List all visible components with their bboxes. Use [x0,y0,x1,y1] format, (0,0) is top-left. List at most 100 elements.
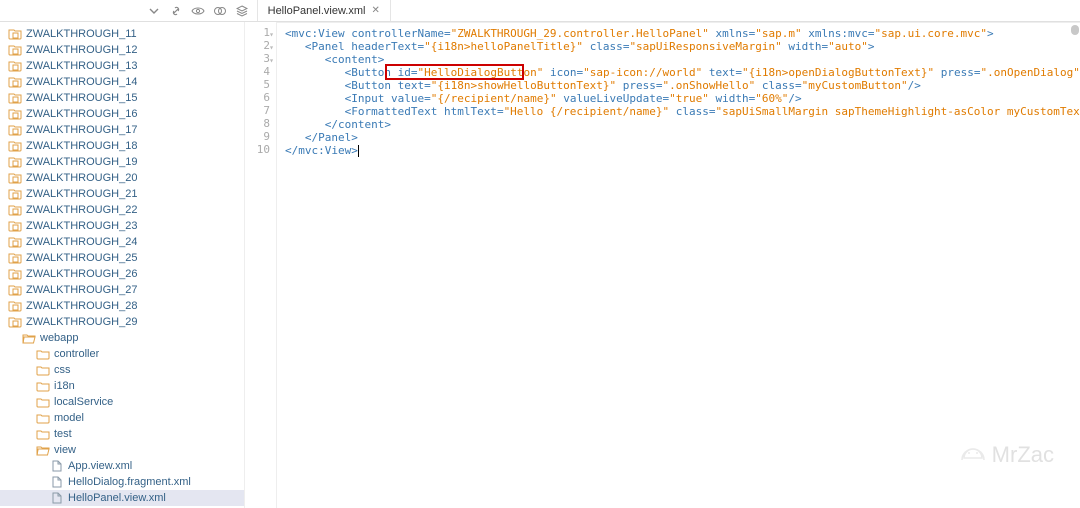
folder-icon [36,379,50,393]
code-line[interactable]: </mvc:View> [285,144,1080,157]
folder-open-icon [36,443,50,457]
tree-item[interactable]: ZWALKTHROUGH_28 [0,298,244,314]
tree-item[interactable]: ZWALKTHROUGH_24 [0,234,244,250]
editor-tabs: HelloPanel.view.xml ✕ [257,0,391,21]
tree-item[interactable]: ZWALKTHROUGH_26 [0,266,244,282]
pkg-open-icon [8,315,22,329]
pkg-icon [8,283,22,297]
line-gutter: 1▾2▾3▾45678910 [245,22,277,508]
tree-item[interactable]: ZWALKTHROUGH_16 [0,106,244,122]
tree-item[interactable]: ZWALKTHROUGH_14 [0,74,244,90]
code-editor[interactable]: 1▾2▾3▾45678910 <mvc:View controllerName=… [245,22,1080,508]
tree-item[interactable]: App.view.xml [0,458,244,474]
tree-item[interactable]: HelloDialog.fragment.xml [0,474,244,490]
scrollbar-thumb[interactable] [1071,25,1079,35]
pkg-icon [8,203,22,217]
tree-item[interactable]: view [0,442,244,458]
tree-item-label: ZWALKTHROUGH_22 [26,204,137,216]
tree-item-label: ZWALKTHROUGH_16 [26,108,137,120]
pkg-icon [8,171,22,185]
tree-item[interactable]: ZWALKTHROUGH_13 [0,58,244,74]
tree-item-label: ZWALKTHROUGH_26 [26,268,137,280]
tree-item-label: ZWALKTHROUGH_12 [26,44,137,56]
tree-item-label: ZWALKTHROUGH_11 [26,28,137,40]
project-tree[interactable]: ZWALKTHROUGH_11 ZWALKTHROUGH_12 ZWALKTHROU… [0,22,245,508]
tree-item[interactable]: ZWALKTHROUGH_27 [0,282,244,298]
tree-item-label: ZWALKTHROUGH_20 [26,172,137,184]
tree-item[interactable]: ZWALKTHROUGH_15 [0,90,244,106]
link-icon[interactable] [167,2,185,20]
pkg-icon [8,187,22,201]
pkg-icon [8,155,22,169]
tree-item[interactable]: ZWALKTHROUGH_20 [0,170,244,186]
pkg-icon [8,267,22,281]
code-line[interactable]: <Button text="{i18n>showHelloButtonText}… [285,79,1080,92]
code-line[interactable]: <mvc:View controllerName="ZWALKTHROUGH_2… [285,27,1080,40]
tree-item-label: ZWALKTHROUGH_18 [26,140,137,152]
tree-item[interactable]: HelloPanel.view.xml [0,490,244,506]
pkg-icon [8,299,22,313]
pkg-icon [8,75,22,89]
caret-down-icon[interactable] [145,2,163,20]
file-icon [50,459,64,473]
tree-item[interactable]: ZWALKTHROUGH_23 [0,218,244,234]
tree-item[interactable]: i18n [0,378,244,394]
tree-item-label: App.view.xml [68,460,132,472]
tree-item[interactable]: ZWALKTHROUGH_22 [0,202,244,218]
pkg-icon [8,27,22,41]
close-icon[interactable]: ✕ [371,5,379,16]
pkg-icon [8,91,22,105]
tree-item-label: ZWALKTHROUGH_17 [26,124,137,136]
pkg-icon [8,107,22,121]
code-line[interactable]: </content> [285,118,1080,131]
folder-open-icon [22,331,36,345]
tree-item-label: ZWALKTHROUGH_23 [26,220,137,232]
tree-item-label: ZWALKTHROUGH_24 [26,236,137,248]
tree-item-label: ZWALKTHROUGH_29 [26,316,137,328]
file-icon [50,475,64,489]
code-area[interactable]: <mvc:View controllerName="ZWALKTHROUGH_2… [277,22,1080,508]
text-cursor [358,145,359,157]
code-line[interactable]: <Button id="HelloDialogButton" icon="sap… [285,66,1080,79]
venn-icon[interactable] [211,2,229,20]
pkg-icon [8,235,22,249]
tree-item-label: HelloPanel.view.xml [68,492,166,504]
pkg-icon [8,139,22,153]
tree-item-label: ZWALKTHROUGH_28 [26,300,137,312]
editor-toolbar: HelloPanel.view.xml ✕ [0,0,1080,22]
tree-item[interactable]: webapp [0,330,244,346]
tree-item-label: ZWALKTHROUGH_19 [26,156,137,168]
tree-item[interactable]: ZWALKTHROUGH_25 [0,250,244,266]
code-line[interactable]: <content> [285,53,1080,66]
tree-item[interactable]: ZWALKTHROUGH_21 [0,186,244,202]
tree-item-label: ZWALKTHROUGH_14 [26,76,137,88]
tree-item[interactable]: ZWALKTHROUGH_29 [0,314,244,330]
tree-item[interactable]: ZWALKTHROUGH_19 [0,154,244,170]
pkg-icon [8,43,22,57]
folder-icon [36,395,50,409]
tree-item-label: css [54,364,71,376]
tree-item-label: ZWALKTHROUGH_25 [26,252,137,264]
eye-icon[interactable] [189,2,207,20]
code-line[interactable]: <Panel headerText="{i18n>helloPanelTitle… [285,40,1080,53]
tree-item[interactable]: ZWALKTHROUGH_11 [0,26,244,42]
code-line[interactable]: <Input value="{/recipient/name}" valueLi… [285,92,1080,105]
tree-item-label: ZWALKTHROUGH_21 [26,188,137,200]
tree-item[interactable]: localService [0,394,244,410]
tree-item[interactable]: ZWALKTHROUGH_18 [0,138,244,154]
tree-item[interactable]: ZWALKTHROUGH_12 [0,42,244,58]
code-line[interactable]: <FormattedText htmlText="Hello {/recipie… [285,105,1080,118]
tree-item[interactable]: test [0,426,244,442]
tab-hellopanel[interactable]: HelloPanel.view.xml ✕ [258,0,391,21]
folder-icon [36,411,50,425]
tree-item[interactable]: css [0,362,244,378]
tree-item-label: controller [54,348,99,360]
tree-item[interactable]: model [0,410,244,426]
tree-item[interactable]: ZWALKTHROUGH_17 [0,122,244,138]
tree-item-label: model [54,412,84,424]
tree-item[interactable]: controller [0,346,244,362]
layers-icon[interactable] [233,2,251,20]
tree-item-label: ZWALKTHROUGH_13 [26,60,137,72]
code-line[interactable]: </Panel> [285,131,1080,144]
folder-icon [36,347,50,361]
